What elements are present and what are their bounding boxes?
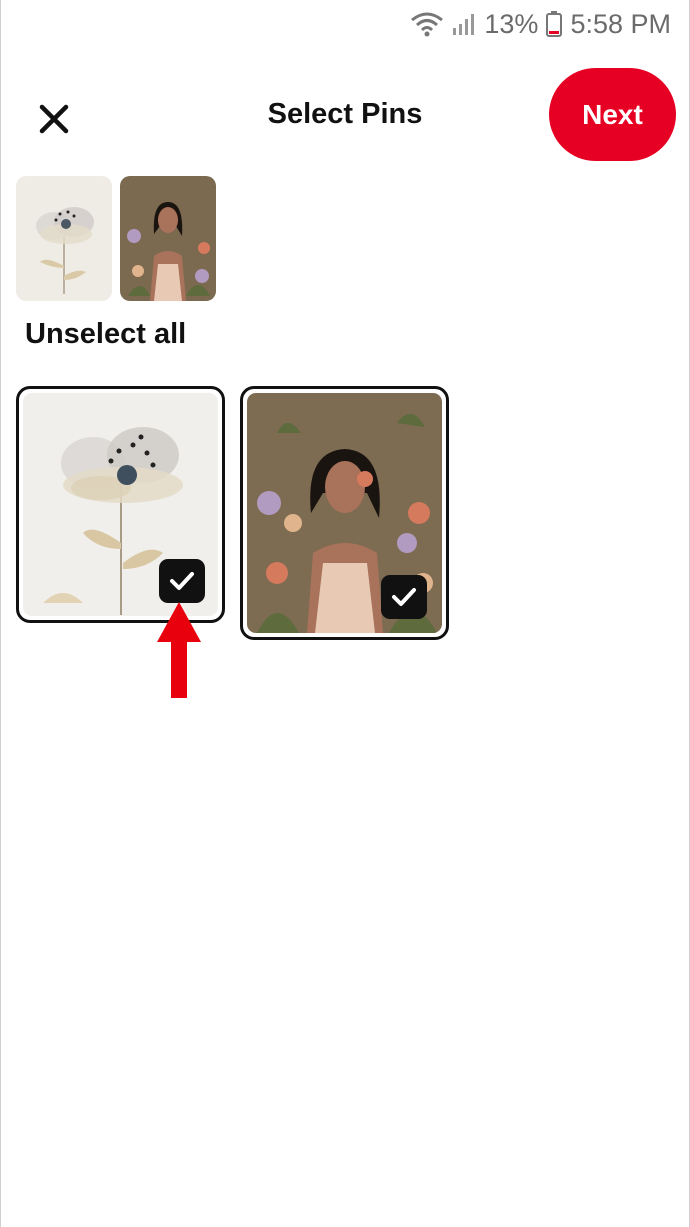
- flower-painting-image: [16, 176, 112, 301]
- next-button[interactable]: Next: [549, 68, 676, 161]
- selected-checkbox[interactable]: [381, 575, 427, 619]
- pin-card-woman[interactable]: [240, 386, 449, 640]
- pin-card-flower[interactable]: [16, 386, 225, 623]
- battery-icon: [546, 11, 563, 37]
- signal-icon: [452, 12, 476, 36]
- header: Select Pins Next: [1, 68, 689, 162]
- checkmark-icon: [170, 572, 194, 590]
- wifi-icon: [410, 11, 444, 37]
- status-bar: 13% 5:58 PM: [1, 0, 689, 48]
- unselect-all-button[interactable]: Unselect all: [25, 318, 186, 351]
- checkmark-icon: [392, 588, 416, 606]
- annotation-arrow-icon: [157, 602, 201, 698]
- selected-thumbnail-woman[interactable]: [120, 176, 216, 301]
- battery-percent: 13%: [484, 8, 539, 39]
- selected-checkbox[interactable]: [159, 559, 205, 603]
- selected-thumbnail-flower[interactable]: [16, 176, 112, 301]
- clock: 5:58 PM: [570, 8, 671, 39]
- woman-flowers-illustration-image: [120, 176, 216, 301]
